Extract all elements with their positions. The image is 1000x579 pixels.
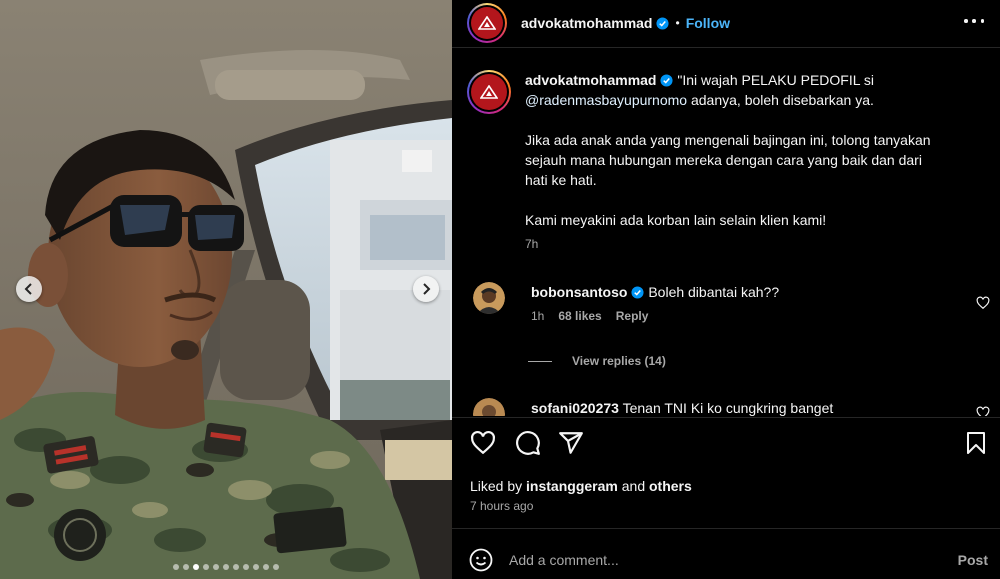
comment-likes[interactable]: 68 likes: [558, 309, 601, 323]
commenter-avatar[interactable]: [473, 282, 505, 314]
carousel-dot: [173, 564, 179, 570]
comment-item: sofani020273 Tenan TNI Ki ko cungkring b…: [467, 398, 961, 416]
more-options-icon[interactable]: [964, 14, 984, 28]
bookmark-icon: [967, 432, 985, 454]
caption-text: adanya, boleh disebarkan ya.: [690, 92, 874, 108]
chevron-left-icon: [24, 283, 32, 295]
carousel-dot: [213, 564, 219, 570]
comment-like-icon[interactable]: [976, 406, 990, 416]
liked-by-prefix: Liked by: [470, 478, 523, 494]
carousel-dot: [243, 564, 249, 570]
post-media[interactable]: [0, 0, 452, 579]
post-timestamp[interactable]: 7 hours ago: [470, 499, 533, 513]
chevron-right-icon: [423, 283, 431, 295]
liked-by-and: and: [621, 478, 646, 494]
comments-divider: [452, 417, 1000, 418]
caption-text: "Ini wajah PELAKU PEDOFIL si: [677, 72, 875, 88]
carousel-dot: [233, 564, 239, 570]
caption-avatar[interactable]: [467, 70, 511, 114]
post-photo: [0, 0, 452, 579]
logo-icon: [480, 85, 498, 99]
commenter-avatar[interactable]: [473, 398, 505, 416]
carousel-indicator: [0, 564, 452, 570]
comment-icon: [516, 431, 540, 455]
caption-text: Kami meyakini ada korban lain selain kli…: [525, 212, 827, 228]
carousel-dot: [193, 564, 199, 570]
caption-text: hati ke hati.: [525, 172, 597, 188]
comment-age[interactable]: 1h: [531, 309, 544, 323]
caption-age[interactable]: 7h: [525, 234, 980, 254]
like-button[interactable]: [468, 428, 498, 458]
post-details-panel: advokatmohammad • Follow advokatmohammad…: [452, 0, 1000, 579]
liked-by-others-link[interactable]: others: [649, 478, 692, 494]
comments-list[interactable]: advokatmohammad "Ini wajah PELAKU PEDOFI…: [452, 48, 1000, 416]
post-comment-button[interactable]: Post: [958, 552, 988, 568]
liked-by: Liked by instanggeram and others: [470, 478, 692, 494]
carousel-dot: [223, 564, 229, 570]
caption-mention-link[interactable]: @radenmasbayupurnomo: [525, 92, 687, 108]
author-username[interactable]: advokatmohammad: [521, 15, 652, 31]
carousel-next-button[interactable]: [413, 276, 439, 302]
author-avatar[interactable]: [467, 3, 507, 43]
comment-text: Tenan TNI Ki ko cungkring banget: [622, 400, 834, 416]
save-button[interactable]: [961, 428, 991, 458]
reply-button[interactable]: Reply: [616, 309, 649, 323]
emoji-icon[interactable]: [469, 548, 493, 572]
action-bar: [452, 428, 1000, 462]
separator: •: [675, 16, 680, 30]
caption-username[interactable]: advokatmohammad: [525, 72, 656, 88]
logo-icon: [478, 16, 496, 30]
share-icon: [559, 432, 583, 454]
comment-like-icon[interactable]: [976, 296, 990, 310]
caption: advokatmohammad "Ini wajah PELAKU PEDOFI…: [467, 70, 980, 254]
commenter-username[interactable]: sofani020273: [531, 400, 619, 416]
caption-text: Jika ada anak anda yang mengenali bajing…: [525, 132, 931, 148]
comment-button[interactable]: [513, 428, 543, 458]
heart-icon: [471, 430, 495, 455]
carousel-dot: [183, 564, 189, 570]
commenter-username[interactable]: bobonsantoso: [531, 284, 627, 300]
carousel-prev-button[interactable]: [16, 276, 42, 302]
comment-text: Boleh dibantai kah??: [648, 284, 780, 300]
liked-by-user-link[interactable]: instanggeram: [526, 478, 618, 494]
comment-composer: Post: [452, 540, 1000, 579]
verified-icon: [660, 74, 674, 87]
carousel-dot: [203, 564, 209, 570]
carousel-dot: [253, 564, 259, 570]
verified-icon: [631, 286, 644, 299]
comment-input[interactable]: [509, 551, 929, 568]
verified-icon: [656, 16, 670, 30]
follow-button[interactable]: Follow: [686, 15, 730, 31]
view-replies-button[interactable]: View replies (14): [528, 354, 666, 368]
view-replies-label: View replies (14): [572, 354, 666, 368]
comment-item: bobonsantoso Boleh dibantai kah?? 1h 68 l…: [467, 282, 961, 326]
composer-divider: [452, 528, 1000, 529]
post-header: advokatmohammad • Follow: [452, 0, 1000, 46]
carousel-dot: [273, 564, 279, 570]
carousel-dot: [263, 564, 269, 570]
share-button[interactable]: [556, 428, 586, 458]
caption-text: sejauh mana hubungan mereka dengan cara …: [525, 152, 922, 168]
